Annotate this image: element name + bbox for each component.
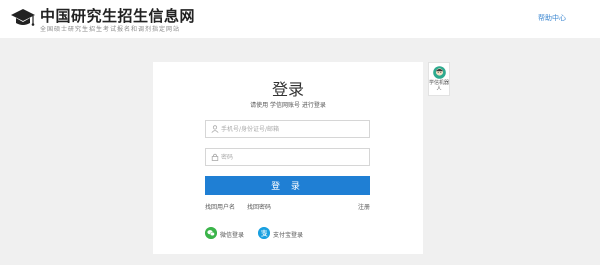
assistant-robot-widget[interactable]: 学信机器人 (428, 62, 450, 96)
find-username-link[interactable]: 找回用户名 (205, 202, 235, 211)
robot-label: 学信机器人 (429, 80, 450, 92)
alipay-icon (258, 227, 270, 239)
lock-icon (211, 153, 219, 161)
user-icon (211, 125, 219, 133)
site-subtitle: 全国硕士研究生招生考试报名和调剂指定网站 (40, 26, 181, 33)
password-field[interactable] (205, 148, 370, 166)
login-subtitle: 请使用 学信网账号 进行登录 (250, 102, 326, 109)
social-login: 微信登录 支付宝登录 (205, 227, 370, 241)
username-input[interactable] (221, 121, 366, 137)
graduation-cap-icon (11, 9, 35, 26)
login-button[interactable]: 登 录 (205, 176, 370, 195)
account-links: 找回用户名 找回密码 注册 (205, 202, 370, 212)
find-password-link[interactable]: 找回密码 (247, 202, 271, 211)
username-field[interactable] (205, 120, 370, 138)
login-card: 登录 请使用 学信网账号 进行登录 登 录 找回用户名 找回密码 注册 微信登录 (153, 62, 423, 254)
site-title: 中国研究生招生信息网 (40, 7, 196, 25)
wechat-login-label: 微信登录 (220, 232, 245, 239)
alipay-login-label: 支付宝登录 (273, 232, 304, 239)
wechat-icon (205, 227, 217, 239)
site-header: 中国研究生招生信息网 全国硕士研究生招生考试报名和调剂指定网站 帮助中心 (0, 0, 600, 38)
robot-icon (433, 66, 446, 79)
register-link[interactable]: 注册 (358, 202, 370, 211)
help-center-link[interactable]: 帮助中心 (538, 13, 566, 23)
password-input[interactable] (221, 149, 366, 165)
login-title: 登录 (271, 80, 304, 99)
